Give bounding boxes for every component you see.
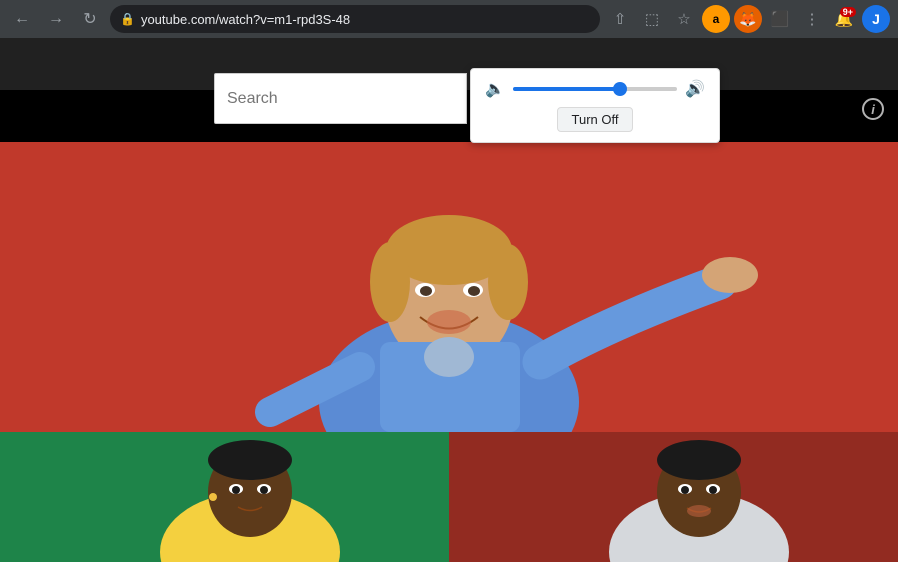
extensions-icon[interactable]: ⬛ xyxy=(766,5,794,33)
volume-popup: 🔈 🔊 Turn Off xyxy=(470,68,720,143)
volume-high-icon: 🔊 xyxy=(685,79,705,99)
toolbar-icons: ⇧ ⬚ ☆ a 🦊 ⬛ ⋮ 🔔 9+ J xyxy=(606,5,890,33)
info-button[interactable]: i xyxy=(862,98,884,120)
menu-icon[interactable]: ⋮ xyxy=(798,5,826,33)
address-bar[interactable]: 🔒 youtube.com/watch?v=m1-rpd3S-48 xyxy=(110,5,600,33)
video-area: i xyxy=(0,90,898,562)
share-icon[interactable]: ⇧ xyxy=(606,5,634,33)
url-text: youtube.com/watch?v=m1-rpd3S-48 xyxy=(141,12,350,27)
volume-slider-track[interactable] xyxy=(513,87,677,91)
volume-low-icon: 🔈 xyxy=(485,79,505,99)
amazon-icon[interactable]: a xyxy=(702,5,730,33)
star-icon[interactable]: ☆ xyxy=(670,5,698,33)
bottom-left-video xyxy=(0,432,449,562)
lock-icon: 🔒 xyxy=(120,12,135,26)
volume-slider-row: 🔈 🔊 xyxy=(485,79,705,99)
bottom-left-svg xyxy=(0,432,449,562)
reload-button[interactable]: ↻ xyxy=(76,5,104,33)
bottom-right-video xyxy=(449,432,898,562)
bottom-right-svg xyxy=(449,432,898,562)
search-bar-wrapper xyxy=(214,73,467,124)
search-input[interactable] xyxy=(227,90,454,108)
cast-icon[interactable]: ⬚ xyxy=(638,5,666,33)
turn-off-button[interactable]: Turn Off xyxy=(557,107,634,132)
volume-slider-thumb[interactable] xyxy=(613,82,627,96)
search-bar[interactable] xyxy=(214,73,467,124)
profile-avatar[interactable]: J xyxy=(862,5,890,33)
back-button[interactable]: ← xyxy=(8,5,36,33)
notification-badge: 9+ xyxy=(840,7,856,17)
main-video-svg xyxy=(0,142,898,432)
firefox-icon[interactable]: 🦊 xyxy=(734,5,762,33)
youtube-header: 🔈 🔊 Turn Off xyxy=(0,38,898,90)
main-video-frame xyxy=(0,142,898,432)
browser-chrome: ← → ↻ 🔒 youtube.com/watch?v=m1-rpd3S-48 … xyxy=(0,0,898,38)
bottom-videos xyxy=(0,432,898,562)
forward-button[interactable]: → xyxy=(42,5,70,33)
